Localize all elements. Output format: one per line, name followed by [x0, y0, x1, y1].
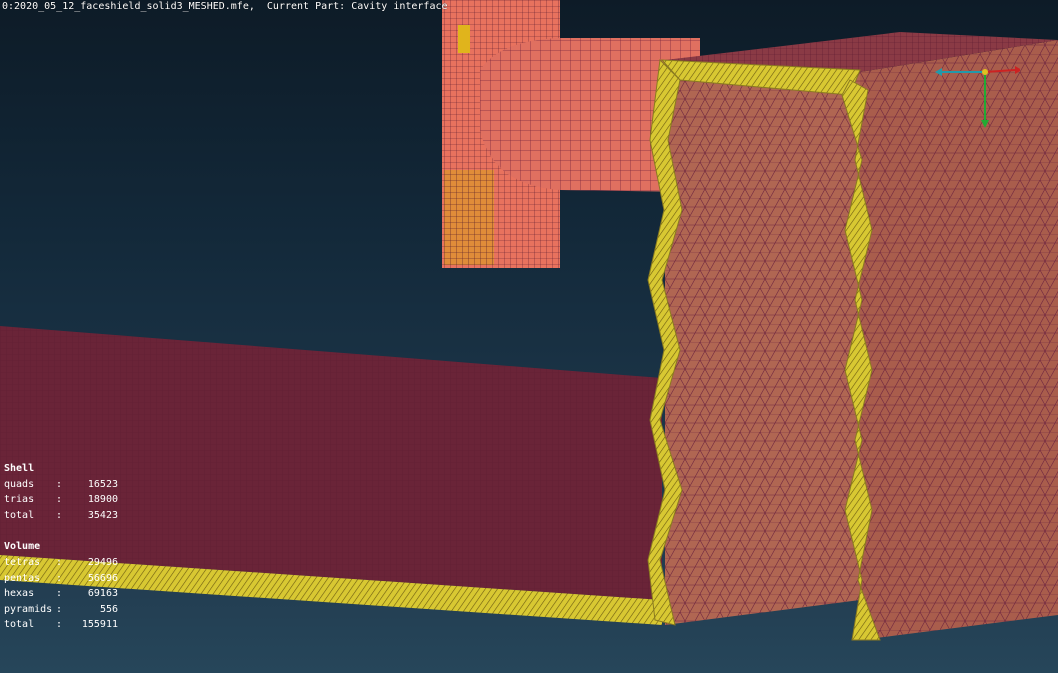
stat-separator: :	[56, 572, 63, 584]
stat-key: trias	[4, 494, 35, 506]
stat-row-shell-quads: quads : 16523	[4, 477, 118, 493]
stat-key: hexas	[4, 588, 35, 600]
stat-key: pentas	[4, 572, 41, 584]
stat-row-volume-hexas: hexas : 69163	[4, 586, 118, 602]
stat-key: quads	[4, 478, 35, 490]
3d-viewport[interactable]	[0, 0, 1058, 673]
x-axis-icon	[984, 69, 1016, 73]
stat-value: 29496	[87, 556, 118, 568]
stat-row-volume-tetras: tetras : 29496	[4, 555, 118, 571]
stat-value: 16523	[87, 478, 118, 490]
stat-value: 155911	[81, 619, 118, 631]
stat-key: pyramids	[4, 603, 53, 615]
stat-separator: :	[56, 588, 63, 600]
stat-value: 556	[99, 603, 118, 615]
stat-row-volume-pentas: pentas : 56696	[4, 571, 118, 587]
stat-row-shell-trias: trias : 18900	[4, 492, 118, 508]
stat-separator: :	[56, 494, 63, 506]
stat-separator: :	[56, 509, 63, 521]
mesh-statistics-panel: Shell quads : 16523 trias : 18900 total …	[4, 461, 118, 633]
title-bar: 0:2020_05_12_faceshield_solid3_MESHED.mf…	[2, 1, 448, 12]
volume-heading: Volume	[4, 541, 41, 553]
stat-separator: :	[56, 556, 63, 568]
stat-separator: :	[56, 619, 63, 631]
stat-separator: :	[56, 478, 63, 490]
stat-value: 18900	[87, 494, 118, 506]
stat-value: 56696	[87, 572, 118, 584]
shell-heading: Shell	[4, 463, 35, 474]
stat-value: 69163	[87, 588, 118, 600]
stat-spacer	[4, 523, 118, 539]
axis-triad-icon	[935, 66, 1020, 128]
stat-key: total	[4, 509, 35, 521]
stat-separator: :	[56, 603, 63, 615]
stat-row-shell-total: total : 35423	[4, 508, 118, 524]
stat-row-volume-pyramids: pyramids : 556	[4, 602, 118, 618]
stat-key: total	[4, 619, 35, 631]
stat-key: tetras	[4, 556, 41, 568]
stat-row-volume-total: total : 155911	[4, 617, 118, 633]
stat-value: 35423	[87, 509, 118, 521]
